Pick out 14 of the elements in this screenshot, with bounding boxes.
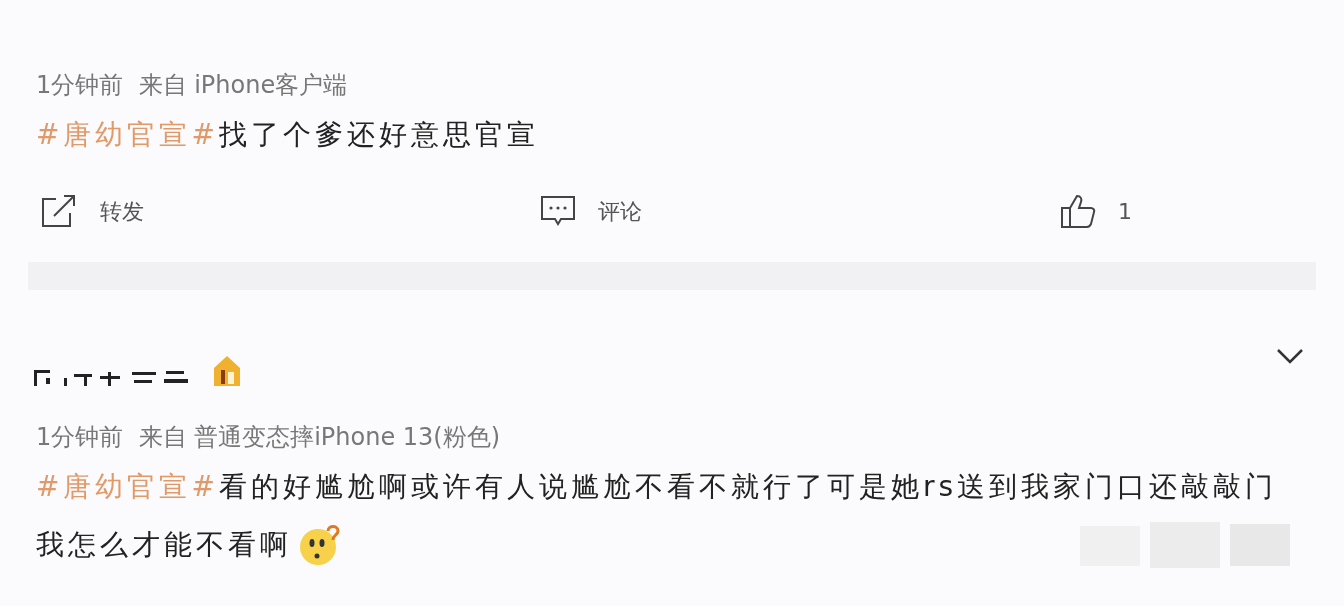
chevron-down-icon[interactable] xyxy=(1276,348,1304,364)
like-label[interactable]: 1 xyxy=(1118,194,1132,228)
post-text: #唐幼官宣#找了个爹还好意思官宣 xyxy=(36,117,539,153)
comment-label[interactable]: 评论 xyxy=(598,194,642,228)
share-icon[interactable] xyxy=(40,193,78,229)
comment-icon[interactable] xyxy=(540,195,576,227)
thumbs-up-icon[interactable] xyxy=(1060,193,1096,229)
post-meta: 1分钟前 来自 iPhone客户端 xyxy=(36,70,349,100)
puzzled-face-icon xyxy=(298,523,342,567)
post-meta: 1分钟前 来自 普通变态摔iPhone 13(粉色) xyxy=(36,422,502,452)
badge-icon xyxy=(212,354,242,388)
post-text: #唐幼官宣#看的好尴尬啊或许有人说尴尬不看不就行了可是她rs送到我家门口还敲敲门 xyxy=(36,469,1278,505)
repost-label[interactable]: 转发 xyxy=(100,194,144,228)
post-text: 我怎么才能不看啊 xyxy=(36,527,292,563)
